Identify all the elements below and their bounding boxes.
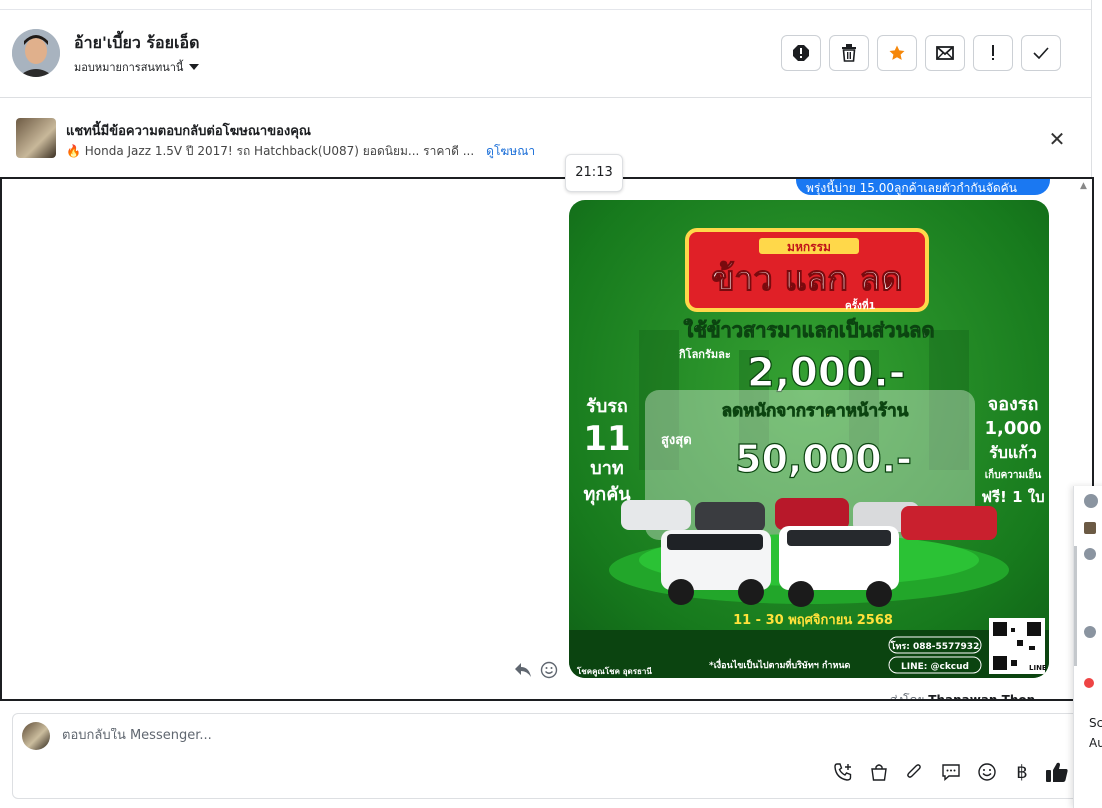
promo-line1: ใช้ข้าวสารมาแลกเป็นส่วนลด bbox=[684, 317, 935, 342]
ad-description-text: 🔥 Honda Jazz 1.5V ปี 2017! รถ Hatchback(… bbox=[66, 144, 475, 158]
saved-replies-button[interactable] bbox=[939, 760, 963, 784]
emoji-icon bbox=[978, 763, 996, 781]
promo-left-line3: บาท bbox=[590, 458, 623, 479]
react-emoji-icon[interactable] bbox=[540, 661, 558, 679]
important-icon bbox=[992, 45, 994, 60]
side-text-1: Sc bbox=[1089, 716, 1102, 730]
payment-button[interactable]: ฿ bbox=[1010, 760, 1034, 784]
promo-image-message[interactable]: มหกรรม ข้าว แลก ลด ครั้งที่1 ใช้ข้าวสารม… bbox=[569, 200, 1049, 678]
qr-label: LINE bbox=[1029, 664, 1047, 672]
attachment-icon bbox=[907, 764, 921, 778]
emoji-button[interactable] bbox=[975, 760, 999, 784]
ad-context-bar: แชทนี้มีข้อความตอบกลับต่อโฆษณาของคุณ 🔥 H… bbox=[0, 98, 1092, 176]
promo-amount-50000: 50,000.- bbox=[735, 437, 912, 481]
promo-left-line1: รับรถ bbox=[586, 396, 628, 417]
sent-message-bubble[interactable]: พรุ่งนี้บ่าย 15.00ลูกค้าเลยตัวกำกันจัดคั… bbox=[796, 179, 1050, 195]
side-panel-peek[interactable]: Sc Au bbox=[1073, 486, 1102, 808]
like-icon bbox=[1046, 762, 1068, 782]
assign-label: มอบหมายการสนทนานี้ bbox=[74, 61, 184, 74]
contact-name[interactable]: อ้าย'เบี้ยว ร้อยเอ็ด bbox=[74, 31, 199, 56]
ad-context-title: แชทนี้มีข้อความตอบกลับต่อโฆษณาของคุณ bbox=[66, 124, 311, 139]
promo-headline: ข้าว แลก ลด bbox=[711, 259, 902, 299]
promo-right-line3: รับแก้ว bbox=[989, 443, 1037, 462]
side-avatar-3 bbox=[1084, 626, 1096, 638]
message-timestamp-tooltip: 21:13 bbox=[565, 154, 623, 192]
spam-icon bbox=[793, 45, 809, 61]
attach-button[interactable] bbox=[902, 760, 926, 784]
qr-code-icon: LINE bbox=[989, 618, 1047, 674]
mark-important-button[interactable] bbox=[973, 35, 1013, 71]
sent-by-name: Thanawan Thon bbox=[928, 693, 1036, 701]
star-icon bbox=[889, 45, 905, 60]
promo-right-line2: 1,000 bbox=[985, 418, 1042, 439]
saved-reply-icon bbox=[942, 764, 960, 782]
promo-dealer: โชคคูณโชค อุดรธานี bbox=[576, 666, 652, 677]
mark-spam-button[interactable] bbox=[781, 35, 821, 71]
mark-unread-button[interactable] bbox=[925, 35, 965, 71]
promo-right-line5: ฟรี! 1 ใบ bbox=[981, 488, 1044, 506]
check-icon bbox=[1033, 47, 1049, 59]
side-text-2: Au bbox=[1089, 736, 1102, 750]
promo-max-label: สูงสุด bbox=[661, 433, 692, 448]
trash-icon bbox=[842, 44, 856, 62]
reply-icon[interactable] bbox=[514, 662, 532, 678]
promo-right-line1: จองรถ bbox=[988, 394, 1039, 415]
side-thumb bbox=[1084, 522, 1096, 534]
conversation-header: อ้าย'เบี้ยว ร้อยเอ็ด มอบหมายการสนทนานี้ bbox=[0, 10, 1092, 98]
view-ad-link[interactable]: ดูโฆษณา bbox=[486, 142, 535, 161]
inbox-window: อ้าย'เบี้ยว ร้อยเอ็ด มอบหมายการสนทนานี้ bbox=[0, 0, 1102, 808]
caret-down-icon bbox=[189, 64, 200, 70]
shopping-bag-icon bbox=[871, 764, 887, 781]
sent-by-prefix: ส่งโดย bbox=[890, 693, 925, 701]
close-icon[interactable]: ✕ bbox=[1046, 128, 1068, 150]
shop-button[interactable] bbox=[867, 760, 891, 784]
promo-line2: ลดหนักจากราคาหน้าร้าน bbox=[722, 401, 909, 421]
mail-icon bbox=[936, 46, 954, 60]
delete-button[interactable] bbox=[829, 35, 869, 71]
ad-description: 🔥 Honda Jazz 1.5V ปี 2017! รถ Hatchback(… bbox=[66, 142, 535, 161]
call-add-icon bbox=[834, 763, 852, 781]
side-avatar-2 bbox=[1084, 548, 1096, 560]
mark-done-button[interactable] bbox=[1021, 35, 1061, 71]
promo-round: ครั้งที่1 bbox=[845, 298, 876, 312]
message-actions bbox=[514, 661, 558, 679]
promo-right-line4: เก็บความเย็น bbox=[985, 467, 1042, 481]
promo-line-id: LINE: @ckcud bbox=[901, 662, 969, 672]
message-composer: ฿ bbox=[12, 713, 1080, 799]
top-strip bbox=[0, 0, 1092, 10]
promo-per-kg: กิโลกรัมละ bbox=[679, 347, 731, 361]
promo-amount-2000: 2,000.- bbox=[747, 350, 905, 396]
call-button[interactable] bbox=[831, 760, 855, 784]
promo-left-line2: 11 bbox=[583, 419, 630, 459]
page-avatar bbox=[22, 722, 50, 750]
promo-dates: 11 - 30 พฤศจิกายน 2568 bbox=[733, 613, 893, 628]
promo-headline-small: มหกรรม bbox=[787, 240, 831, 254]
promo-phone: โทร: 088-5577932 bbox=[890, 640, 980, 652]
baht-icon: ฿ bbox=[1016, 761, 1028, 783]
like-button[interactable] bbox=[1045, 760, 1069, 784]
star-button[interactable] bbox=[877, 35, 917, 71]
scroll-up-arrow-icon[interactable]: ▲ bbox=[1080, 181, 1087, 191]
side-status-icon bbox=[1084, 678, 1094, 688]
contact-avatar[interactable] bbox=[12, 29, 60, 77]
reply-input[interactable] bbox=[62, 728, 662, 743]
ad-thumbnail[interactable] bbox=[16, 118, 56, 158]
side-scrollbar[interactable] bbox=[1074, 546, 1077, 666]
sent-by-label: ส่งโดย Thanawan Thon bbox=[890, 691, 1036, 701]
message-thread[interactable]: พรุ่งนี้บ่าย 15.00ลูกค้าเลยตัวกำกันจัดคั… bbox=[0, 177, 1094, 701]
assign-conversation-dropdown[interactable]: มอบหมายการสนทนานี้ bbox=[74, 58, 200, 76]
side-avatar-1 bbox=[1084, 494, 1098, 508]
